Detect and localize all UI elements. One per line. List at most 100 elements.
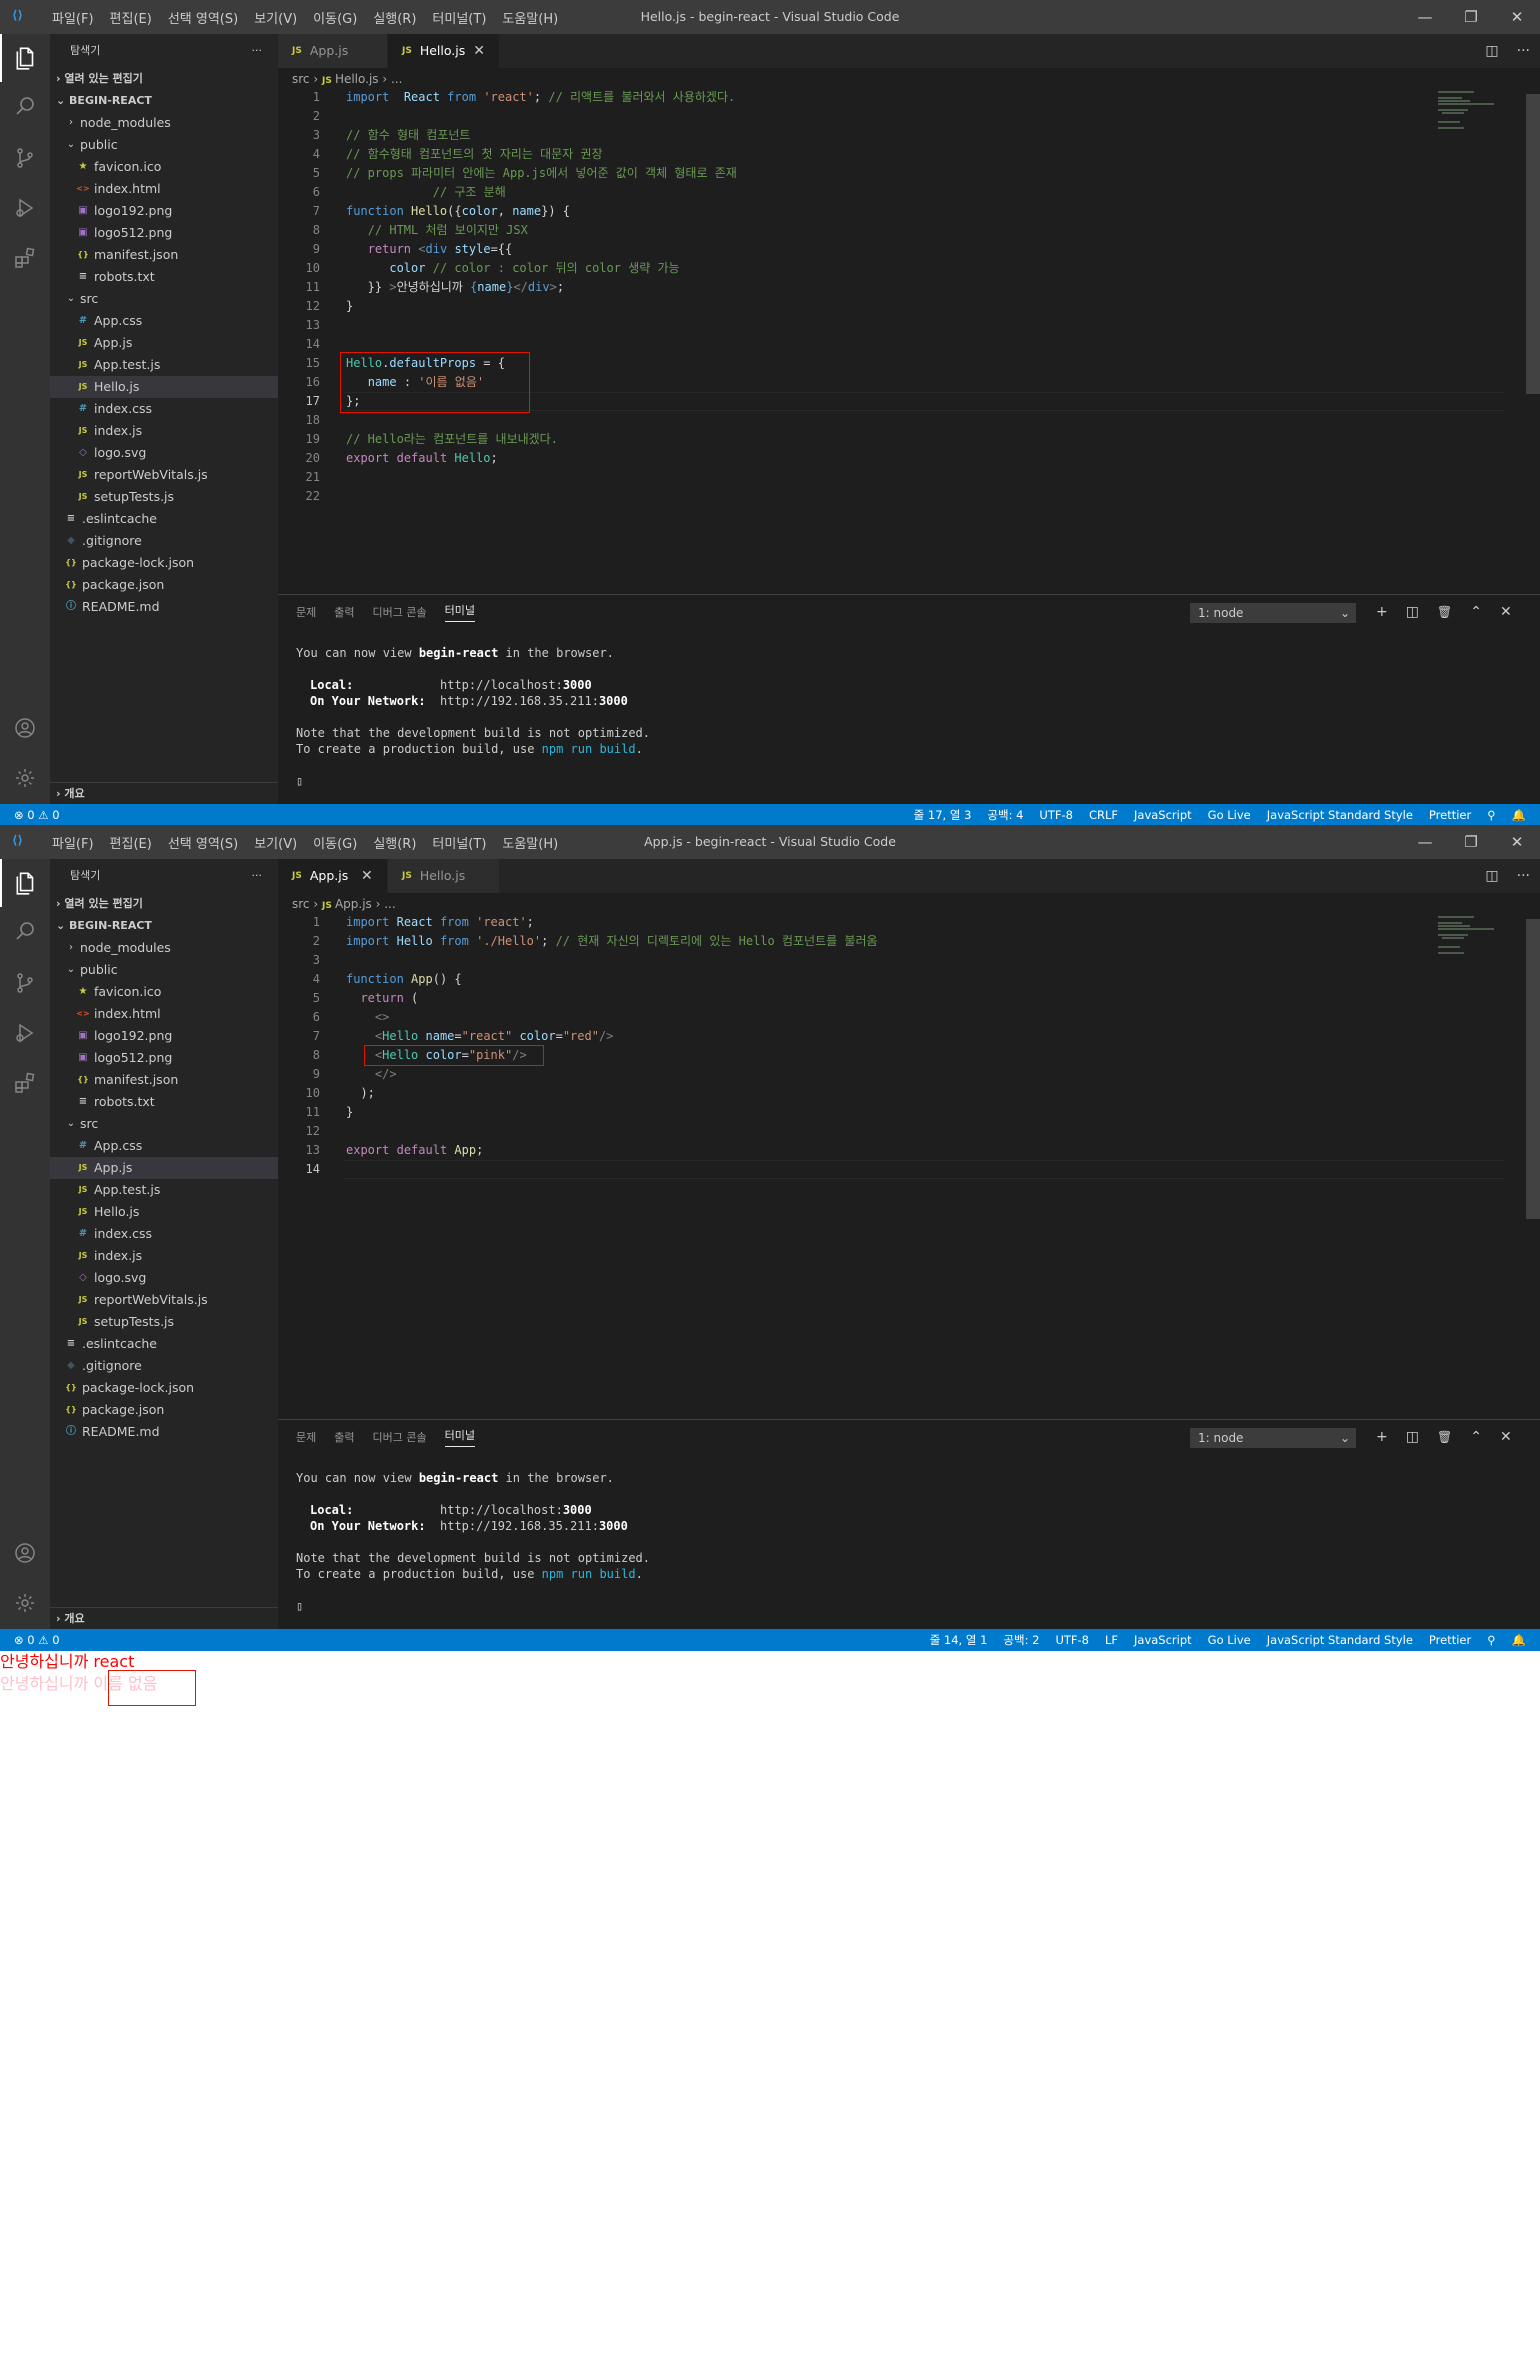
close-tab-icon[interactable]: ✕ [361,859,375,893]
file-tree-item[interactable]: JS index.js [50,420,278,442]
split-terminal-icon[interactable]: ◫ [1406,1429,1419,1445]
file-tree-item[interactable]: ⓘ README.md [50,596,278,618]
file-tree-item[interactable]: ◆ .gitignore [50,1355,278,1377]
language-mode[interactable]: JavaScript [1134,804,1192,826]
file-tree-item[interactable]: <> index.html [50,178,278,200]
line-ending[interactable]: LF [1105,1629,1118,1651]
more-actions-icon[interactable]: ··· [1517,859,1530,893]
minimize-button[interactable]: — [1402,0,1448,34]
open-editors-section[interactable]: › 열려 있는 편집기 [50,893,278,915]
file-tree-item[interactable]: ▣ logo512.png [50,1047,278,1069]
encoding[interactable]: UTF-8 [1039,804,1073,826]
menu-item[interactable]: 도움말(H) [494,8,566,27]
file-tree-item[interactable]: ▣ logo512.png [50,222,278,244]
source-control-icon[interactable] [0,134,50,182]
file-tree-item[interactable]: JS setupTests.js [50,486,278,508]
extensions-icon[interactable] [0,1059,50,1107]
editor-tab[interactable]: JS App.js ✕ [278,859,388,893]
explorer-icon[interactable] [0,859,50,907]
menu-item[interactable]: 터미널(T) [424,833,494,852]
file-tree-item[interactable]: ⌄ public [50,959,278,981]
account-icon[interactable] [0,1529,50,1577]
close-tab-icon[interactable]: ✕ [473,34,487,68]
maximize-panel-icon[interactable]: ⌃ [1470,1429,1482,1445]
file-tree-item[interactable]: ≡ .eslintcache [50,1333,278,1355]
encoding[interactable]: UTF-8 [1055,1629,1089,1651]
breadcrumb-file[interactable]: Hello.js [335,72,379,86]
panel-tab[interactable]: 디버그 콘솔 [373,1429,427,1445]
file-tree-item[interactable]: ★ favicon.ico [50,156,278,178]
settings-gear-icon[interactable] [0,1579,50,1627]
linter-status[interactable]: JavaScript Standard Style [1267,1629,1413,1651]
panel-tab[interactable]: 문제 [296,1429,316,1445]
menu-item[interactable]: 선택 영역(S) [160,8,246,27]
more-actions-icon[interactable]: ··· [252,859,263,893]
file-tree-item[interactable]: {} package.json [50,574,278,596]
file-tree-item[interactable]: › node_modules [50,112,278,134]
menu-item[interactable]: 도움말(H) [494,833,566,852]
maximize-panel-icon[interactable]: ⌃ [1470,604,1482,620]
menu-item[interactable]: 선택 영역(S) [160,833,246,852]
file-tree-item[interactable]: {} manifest.json [50,244,278,266]
file-tree-item[interactable]: ◇ logo.svg [50,1267,278,1289]
menu-item[interactable]: 보기(V) [246,8,305,27]
extensions-icon[interactable] [0,234,50,282]
file-tree-item[interactable]: # index.css [50,398,278,420]
terminal-cursor[interactable]: ▯ [296,1598,650,1614]
cursor-position[interactable]: 줄 17, 열 3 [914,804,972,826]
indentation[interactable]: 공백: 2 [1003,1629,1039,1651]
restore-button[interactable]: ❐ [1448,0,1494,34]
file-tree-item[interactable]: ≡ robots.txt [50,1091,278,1113]
file-tree-item[interactable]: JS Hello.js [50,1201,278,1223]
more-actions-icon[interactable]: ··· [1517,34,1530,68]
language-mode[interactable]: JavaScript [1134,1629,1192,1651]
file-tree-item[interactable]: # App.css [50,310,278,332]
breadcrumb-symbol[interactable]: ... [384,897,395,911]
breadcrumb-folder[interactable]: src [292,897,310,911]
run-debug-icon[interactable] [0,184,50,232]
notifications-icon[interactable]: 🔔 [1512,804,1526,826]
breadcrumb-file[interactable]: App.js [335,897,372,911]
file-tree-item[interactable]: ≡ robots.txt [50,266,278,288]
terminal-cursor[interactable]: ▯ [296,773,650,789]
outline-section[interactable]: › 개요 [50,1607,278,1629]
file-tree-item[interactable]: JS setupTests.js [50,1311,278,1333]
outline-section[interactable]: › 개요 [50,782,278,804]
file-tree-item[interactable]: {} package-lock.json [50,552,278,574]
prettier-status[interactable]: Prettier [1429,804,1471,826]
editor-tab[interactable]: JS Hello.js [388,859,501,893]
menu-item[interactable]: 이동(G) [305,8,365,27]
terminal-output[interactable]: You can now view begin-react in the brow… [296,645,650,789]
panel-tab[interactable]: 디버그 콘솔 [373,604,427,620]
file-tree-item[interactable]: › node_modules [50,937,278,959]
menu-item[interactable]: 편집(E) [102,8,160,27]
project-section[interactable]: ⌄ BEGIN-REACT [50,915,278,937]
file-tree-item[interactable]: ◆ .gitignore [50,530,278,552]
file-tree-item[interactable]: ≡ .eslintcache [50,508,278,530]
file-tree-item[interactable]: {} package.json [50,1399,278,1421]
search-icon[interactable] [0,907,50,955]
file-tree-item[interactable]: ◇ logo.svg [50,442,278,464]
breadcrumb-symbol[interactable]: ... [391,72,402,86]
editor-scrollbar[interactable] [1526,919,1540,1219]
menu-item[interactable]: 파일(F) [44,833,102,852]
source-control-icon[interactable] [0,959,50,1007]
panel-tab[interactable]: 터미널 [444,602,475,622]
menu-item[interactable]: 보기(V) [246,833,305,852]
split-terminal-icon[interactable]: ◫ [1406,604,1419,620]
settings-gear-icon[interactable] [0,754,50,802]
close-panel-icon[interactable]: ✕ [1500,1429,1512,1445]
feedback-icon[interactable]: ⚲ [1487,1629,1495,1651]
split-editor-icon[interactable]: ◫ [1485,859,1498,893]
project-section[interactable]: ⌄ BEGIN-REACT [50,90,278,112]
file-tree-item[interactable]: # App.css [50,1135,278,1157]
account-icon[interactable] [0,704,50,752]
file-tree-item[interactable]: JS App.test.js [50,354,278,376]
run-debug-icon[interactable] [0,1009,50,1057]
feedback-icon[interactable]: ⚲ [1487,804,1495,826]
file-tree-item[interactable]: <> index.html [50,1003,278,1025]
panel-tab[interactable]: 터미널 [444,1427,475,1447]
linter-status[interactable]: JavaScript Standard Style [1267,804,1413,826]
editor-scrollbar[interactable] [1526,94,1540,394]
menu-item[interactable]: 파일(F) [44,8,102,27]
